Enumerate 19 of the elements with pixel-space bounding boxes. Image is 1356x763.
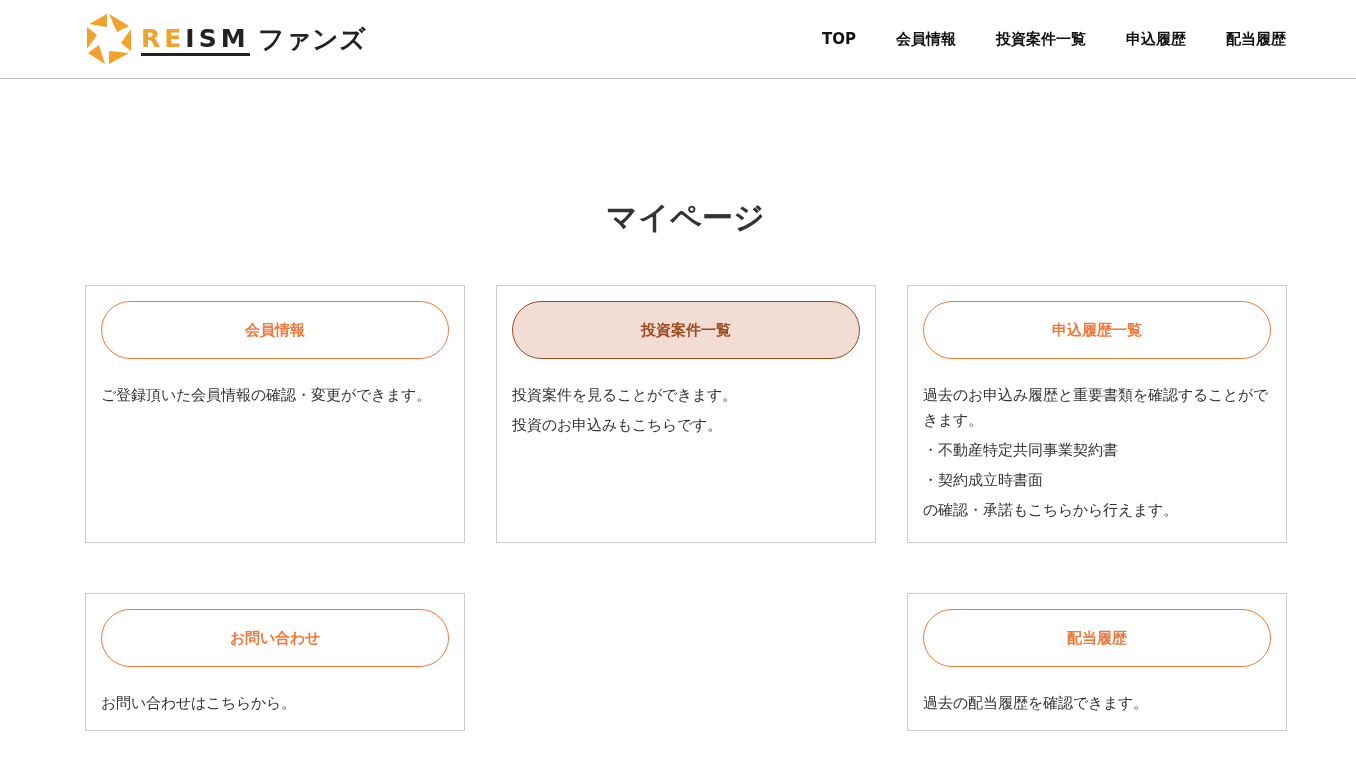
card-description: ・契約成立時書面 [923, 470, 1044, 491]
card-description: お問い合わせはこちらから。 [101, 693, 297, 714]
nav-link[interactable]: 配当履歴 [1226, 29, 1286, 49]
logo-icon [85, 13, 133, 65]
card-button[interactable]: 投資案件一覧 [512, 301, 860, 359]
card-description: 投資案件を見ることができます。 [512, 385, 738, 406]
logo-wordmark: RE ISM [141, 26, 250, 56]
nav-link[interactable]: TOP [822, 29, 856, 49]
nav-link[interactable]: 会員情報 [896, 29, 956, 49]
card-description: 過去のお申込み履歴と重要書類を確認することができます。 [923, 385, 1269, 431]
card-description: 投資のお申込みもこちらです。 [512, 415, 723, 436]
nav-link[interactable]: 申込履歴 [1126, 29, 1186, 49]
card-description: 過去の配当履歴を確認できます。 [923, 693, 1149, 714]
card-description: ・不動産特定共同事業契約書 [923, 440, 1119, 461]
logo-text: ファンズ [257, 22, 366, 56]
page-title: マイページ [605, 198, 766, 237]
nav-link[interactable]: 投資案件一覧 [996, 29, 1086, 49]
card-description: の確認・承諾もこちらから行えます。 [923, 500, 1179, 521]
card-description: ご登録頂いた会員情報の確認・変更ができます。 [101, 385, 432, 406]
